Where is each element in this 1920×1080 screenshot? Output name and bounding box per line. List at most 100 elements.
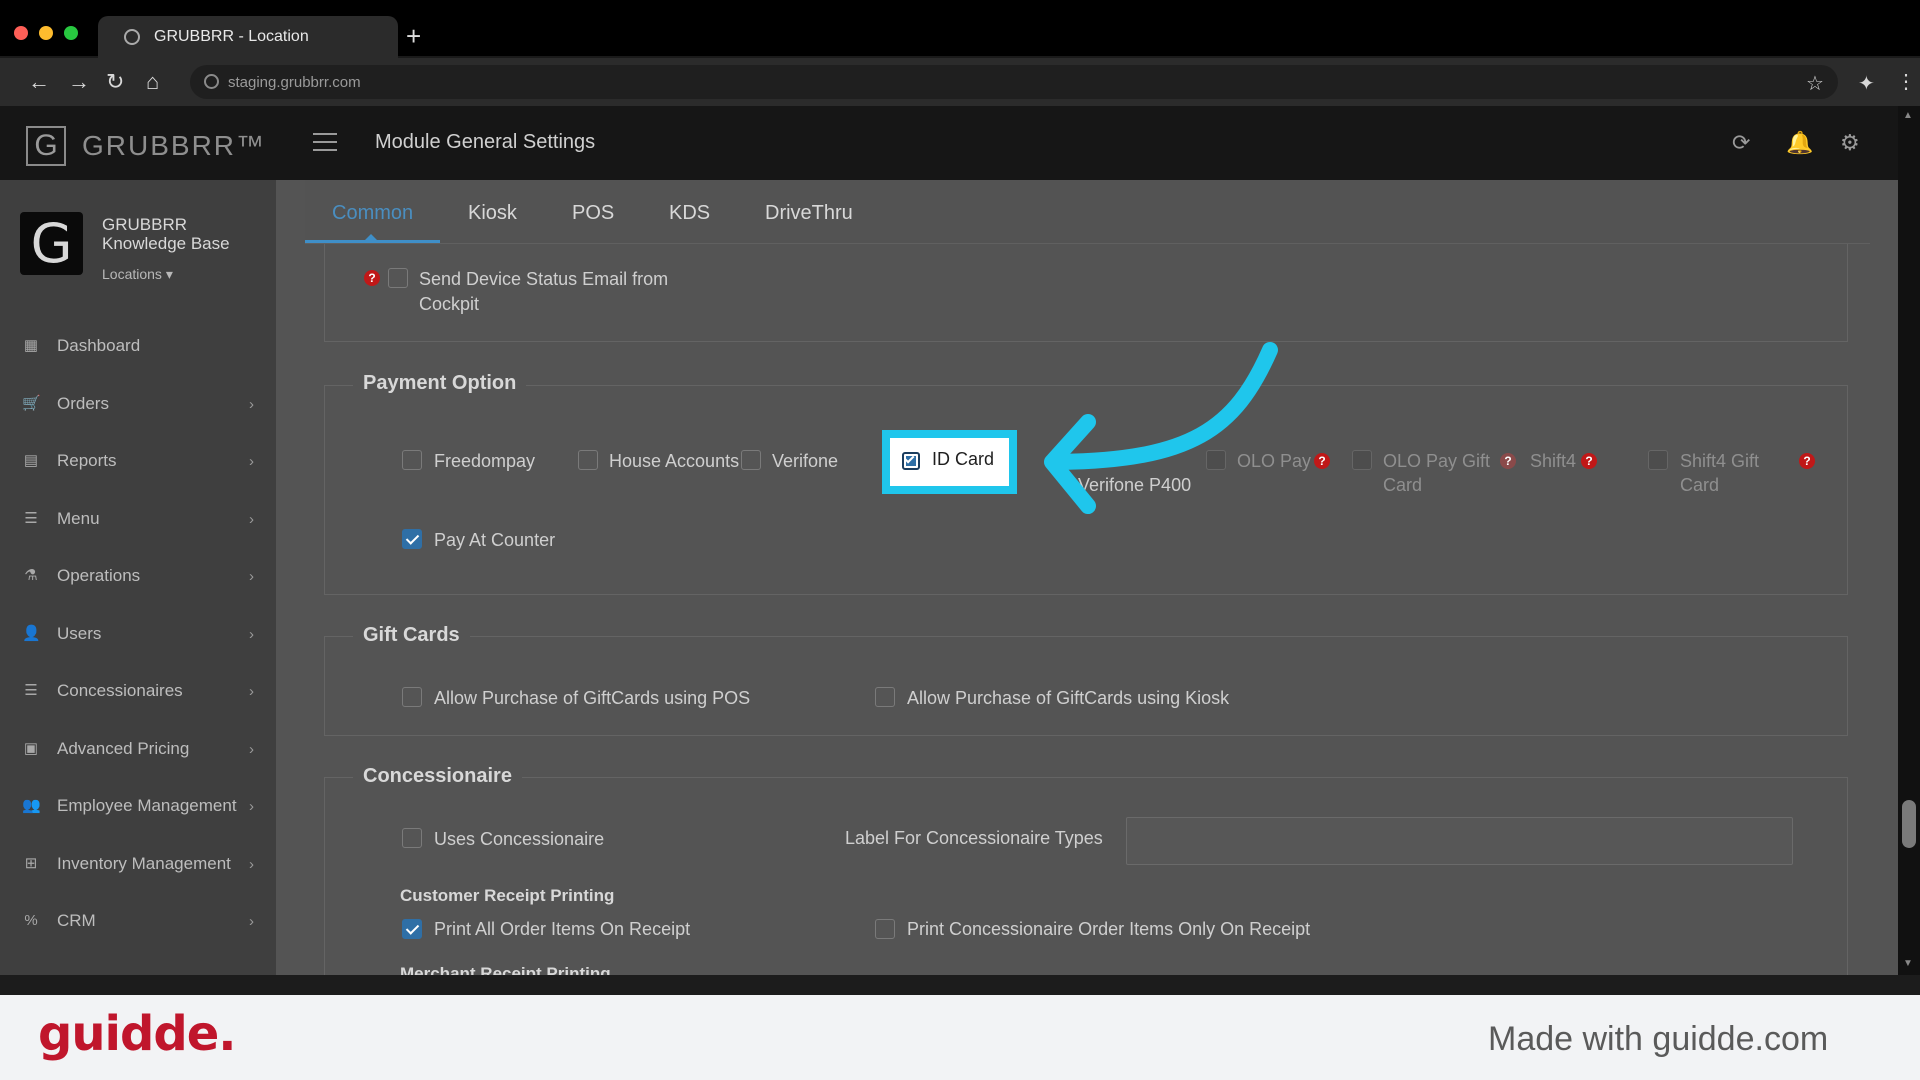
tab-kiosk[interactable]: Kiosk [468, 202, 517, 225]
tab-common[interactable]: Common [332, 202, 413, 225]
giftcards-kiosk-checkbox[interactable] [875, 687, 895, 707]
dashboard-icon: ▦ [23, 337, 39, 354]
sidebar-item-menu[interactable]: ☰ Menu › [0, 499, 276, 539]
shift4-label: Shift4 [1530, 451, 1577, 471]
bookmark-star-icon[interactable]: ☆ [1806, 72, 1824, 96]
sidebar-item-label: Menu [57, 509, 100, 528]
locations-dropdown[interactable]: Locations ▾ [102, 266, 173, 283]
gift-cards-legend: Gift Cards [353, 624, 470, 647]
extensions-icon[interactable]: ✦ [1858, 72, 1875, 96]
new-tab-button[interactable]: + [406, 22, 421, 50]
giftcards-pos-checkbox[interactable] [402, 687, 422, 707]
user-add-icon: 👤 [22, 625, 41, 642]
giftcards-pos-label: Allow Purchase of GiftCards using POS [434, 688, 751, 708]
report-icon: ▤ [23, 452, 39, 469]
send-device-status-label: Send Device Status Email from [419, 269, 669, 289]
browser-menu-icon[interactable]: ⋮ [1896, 70, 1916, 94]
print-all-items-checkbox[interactable] [402, 919, 422, 939]
scroll-up-icon[interactable]: ▲ [1903, 110, 1913, 121]
sidebar-item-label: Operations [57, 566, 141, 585]
sidebar-item-label: Orders [57, 394, 109, 413]
tab-kds[interactable]: KDS [669, 202, 710, 225]
grubbrr-logo: G [26, 126, 66, 166]
sidebar-item-reports[interactable]: ▤ Reports › [0, 441, 276, 481]
made-with-text: Made with guidde.com [1488, 1020, 1829, 1058]
olo-pay-gift-card-checkbox[interactable] [1352, 450, 1372, 470]
site-info-icon[interactable] [204, 74, 219, 89]
chevron-right-icon: › [249, 452, 254, 470]
merchant-receipt-heading: Merchant Receipt Printing [400, 964, 611, 975]
sidebar-item-dashboard[interactable]: ▦ Dashboard [0, 326, 276, 366]
tab-pos[interactable]: POS [572, 202, 614, 225]
verifone-label: Verifone [772, 451, 839, 471]
verifone-checkbox[interactable] [741, 450, 761, 470]
list-icon: ☰ [24, 682, 38, 699]
sidebar-item-label: Users [57, 624, 102, 643]
chevron-right-icon: › [249, 625, 254, 643]
org-logo: G [20, 212, 83, 275]
forward-icon[interactable]: → [68, 70, 90, 94]
sidebar-item-label: Concessionaires [57, 681, 183, 700]
giftcards-kiosk-label: Allow Purchase of GiftCards using Kiosk [907, 688, 1230, 708]
uses-concessionaire-checkbox[interactable] [402, 828, 422, 848]
sidebar-item-advanced-pricing[interactable]: ▣ Advanced Pricing › [0, 729, 276, 769]
send-device-status-label-line2: Cockpit [419, 294, 480, 314]
scrollbar-thumb[interactable] [1902, 800, 1916, 848]
shift4-gift-card-checkbox[interactable] [1648, 450, 1668, 470]
freedompay-checkbox[interactable] [402, 450, 422, 470]
browser-tab-title: GRUBBRR - Location [154, 28, 309, 45]
chevron-right-icon: › [249, 682, 254, 700]
print-concessionaire-items-checkbox[interactable] [875, 919, 895, 939]
app-header [0, 106, 1898, 180]
grubbrr-logo-text: GRUBBRR™ [82, 130, 267, 161]
org-name: GRUBBRR Knowledge Base [102, 215, 230, 253]
back-icon[interactable]: ← [28, 70, 50, 94]
menu-list-icon: ☰ [24, 510, 38, 527]
sidebar-item-label: Advanced Pricing [57, 739, 190, 758]
olo-pay-gift-card-label: OLO Pay Gift [1383, 451, 1491, 471]
browser-tab[interactable]: GRUBBRR - Location [98, 16, 398, 58]
help-icon[interactable]: ? [1500, 453, 1516, 469]
sidebar-item-operations[interactable]: ⚗ Operations › [0, 556, 276, 596]
sidebar-item-orders[interactable]: 🛒 Orders › [0, 384, 276, 424]
home-icon[interactable]: ⌂ [146, 70, 159, 94]
bell-icon[interactable]: 🔔 [1786, 130, 1813, 156]
chevron-right-icon: › [249, 855, 254, 873]
window-maximize-button[interactable] [64, 26, 78, 40]
refresh-icon[interactable]: ⟳ [1732, 130, 1750, 156]
address-bar[interactable] [190, 65, 1838, 99]
scroll-down-icon[interactable]: ▼ [1903, 958, 1913, 969]
uses-concessionaire-label: Uses Concessionaire [434, 829, 605, 849]
help-icon[interactable]: ? [1799, 453, 1815, 469]
chevron-right-icon: › [249, 797, 254, 815]
concessionaire-legend: Concessionaire [353, 765, 522, 788]
notifications-panel [324, 244, 1848, 342]
globe-icon [124, 29, 140, 45]
concessionaire-types-input[interactable] [1126, 817, 1793, 865]
print-concessionaire-items-label: Print Concessionaire Order Items Only On… [907, 919, 1311, 939]
hamburger-menu-icon[interactable] [313, 133, 337, 151]
shift4-gift-card-label-line2: Card [1680, 475, 1720, 495]
window-minimize-button[interactable] [39, 26, 53, 40]
window-close-button[interactable] [14, 26, 28, 40]
help-icon[interactable]: ? [364, 270, 380, 286]
page-title: Module General Settings [375, 131, 596, 153]
users-icon: 👥 [22, 797, 41, 814]
shift4-gift-card-label: Shift4 Gift [1680, 451, 1760, 471]
help-icon[interactable]: ? [1314, 453, 1330, 469]
pay-at-counter-checkbox[interactable] [402, 529, 422, 549]
sidebar-item-crm[interactable]: % CRM › [0, 901, 276, 941]
house-accounts-checkbox[interactable] [578, 450, 598, 470]
gear-icon[interactable]: ⚙ [1840, 130, 1860, 156]
send-device-status-checkbox[interactable] [388, 268, 408, 288]
sidebar-item-label: Dashboard [57, 336, 141, 355]
tab-drivethru[interactable]: DriveThru [765, 202, 853, 225]
olo-pay-gift-card-label-line2: Card [1383, 475, 1423, 495]
sidebar-item-employee-management[interactable]: 👥 Employee Management › [0, 786, 276, 826]
sidebar-item-inventory-management[interactable]: ⊞ Inventory Management › [0, 844, 276, 884]
sidebar-item-users[interactable]: 👤 Users › [0, 614, 276, 654]
sidebar-item-concessionaires[interactable]: ☰ Concessionaires › [0, 671, 276, 711]
help-icon[interactable]: ? [1581, 453, 1597, 469]
footer-divider [0, 975, 1920, 995]
reload-icon[interactable]: ↻ [106, 70, 124, 94]
